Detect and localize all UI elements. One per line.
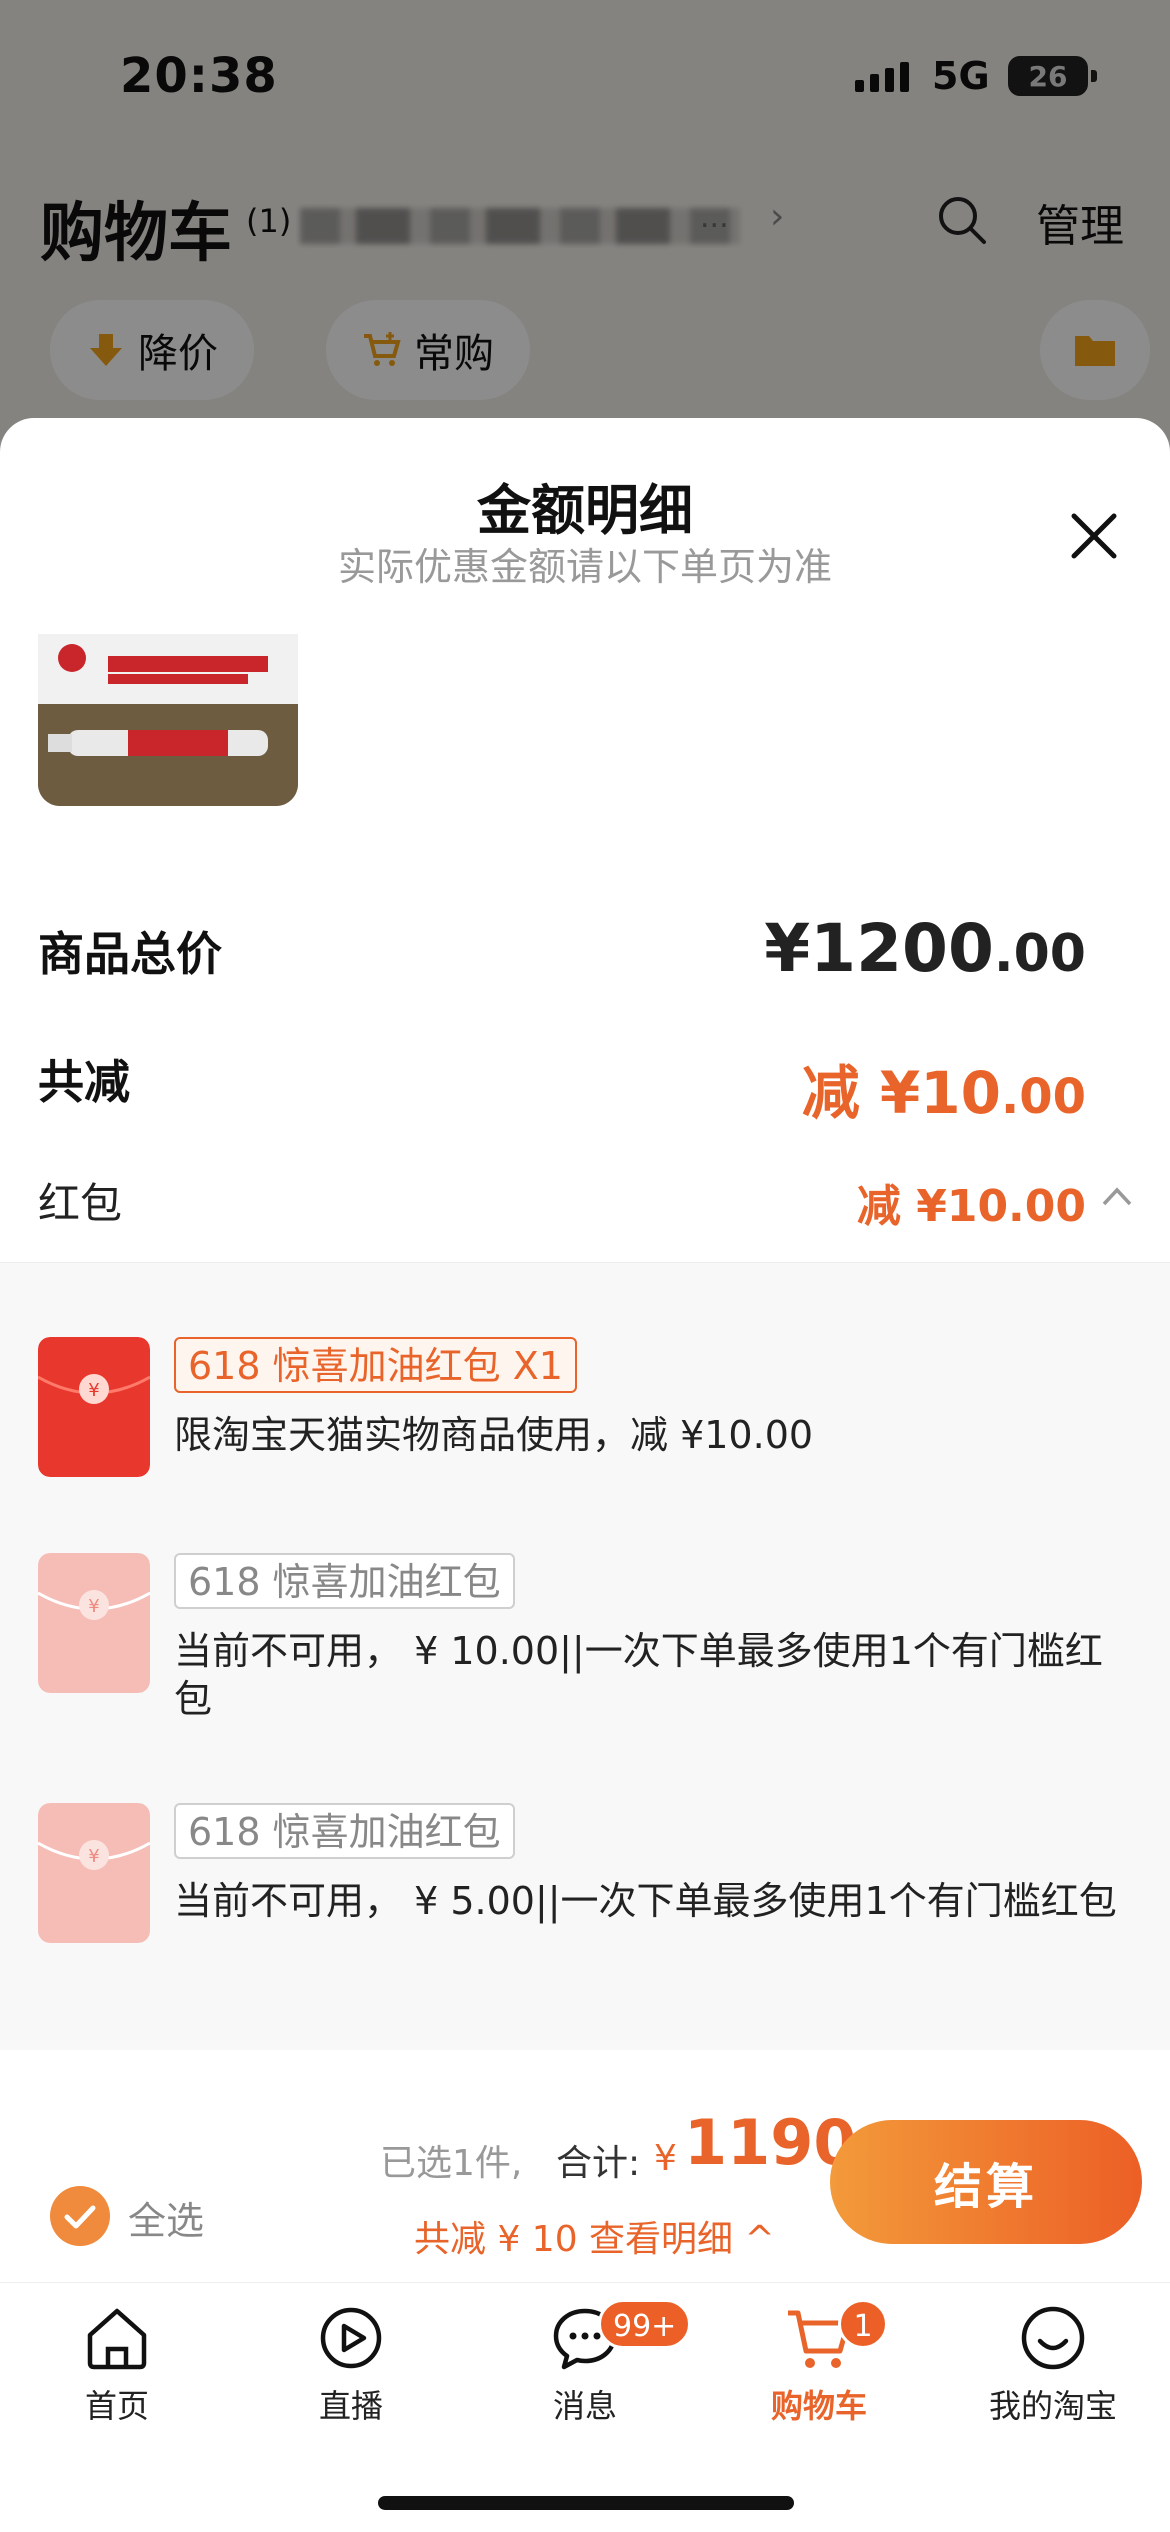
reduction-label: 共减 [38,1055,130,1109]
coupon-list: ¥ 618 惊喜加油红包 X1 限淘宝天猫实物商品使用，减 ¥10.00 ¥ 6… [0,1262,1170,2052]
chevron-up-icon[interactable] [1100,1180,1134,1214]
select-all-label[interactable]: 全选 [128,2190,204,2245]
cart-badge: 1 [838,2299,888,2349]
reduction-int: 10 [920,1059,1001,1127]
tab-label: 我的淘宝 [988,2387,1117,2425]
tab-label: 消息 [552,2387,617,2425]
hongbao-value[interactable]: 减 ¥10.00 [857,1170,1086,1234]
coupon-desc: 当前不可用， ¥ 5.00||一次下单最多使用1个有门槛红包 [174,1879,1117,1923]
view-detail-link[interactable]: 共减 ¥ 10 查看明细 ^ [414,2210,775,2262]
reduction-cents: .00 [1000,1069,1086,1125]
home-icon [87,2308,147,2370]
coupon-item[interactable]: ¥ 618 惊喜加油红包 X1 限淘宝天猫实物商品使用，减 ¥10.00 [38,1337,1138,1487]
sheet-title: 金额明细 [477,479,693,542]
sum-currency: ¥ [654,2138,677,2179]
red-envelope-icon: ¥ [38,1803,150,1943]
red-envelope-icon: ¥ [38,1553,150,1693]
hongbao-label: 红包 [38,1179,123,1228]
tab-label: 首页 [84,2387,149,2425]
tab-profile[interactable]: 我的淘宝 [936,2293,1170,2443]
tab-label: 购物车 [770,2387,867,2425]
coupon-tag: 618 惊喜加油红包 X1 [174,1337,577,1393]
total-int: 1200 [810,910,994,987]
checkmark-icon [64,2205,96,2229]
select-all-checkbox[interactable] [50,2186,110,2246]
home-indicator [378,2496,794,2510]
total-currency: ¥ [764,910,811,987]
coupon-item[interactable]: ¥ 618 惊喜加油红包 当前不可用， ¥ 10.00||一次下单最多使用1个有… [38,1553,1138,1723]
message-badge: 99+ [598,2299,692,2349]
profile-icon [1021,2306,1085,2370]
live-icon [320,2307,382,2369]
reduction-prefix: 减 ¥ [801,1059,921,1127]
coupon-tag: 618 惊喜加油红包 [174,1553,515,1609]
bottom-tab-bar: 首页 直播 消息 99+ 购物车 1 我的淘宝 [0,2282,1170,2532]
tab-home[interactable]: 首页 [0,2293,234,2443]
svg-text:¥: ¥ [88,1846,99,1867]
sum-label: 合计: [556,2143,641,2184]
svg-text:¥: ¥ [88,1596,99,1617]
total-cents: .00 [993,924,1086,984]
red-envelope-icon: ¥ [38,1337,150,1477]
tab-messages[interactable]: 消息 99+ [468,2293,702,2443]
coupon-desc: 当前不可用， ¥ 10.00||一次下单最多使用1个有门槛红包 [174,1629,1103,1721]
sheet-subtitle: 实际优惠金额请以下单页为准 [337,545,832,589]
coupon-tag: 618 惊喜加油红包 [174,1803,515,1859]
coupon-desc: 限淘宝天猫实物商品使用，减 ¥10.00 [174,1413,814,1457]
close-icon[interactable] [1068,510,1120,562]
product-thumbnail [38,634,298,806]
svg-text:¥: ¥ [88,1380,99,1401]
total-label: 商品总价 [38,927,222,981]
tab-live[interactable]: 直播 [234,2293,468,2443]
checkout-bar: 全选 已选1件, 合计: ¥ 1190 共减 ¥ 10 查看明细 ^ 结算 [0,2050,1170,2282]
coupon-item[interactable]: ¥ 618 惊喜加油红包 当前不可用， ¥ 5.00||一次下单最多使用1个有门… [38,1803,1138,1973]
modal-overlay[interactable] [0,0,1170,440]
checkout-button[interactable]: 结算 [830,2120,1142,2244]
selected-count: 已选1件, [380,2143,523,2184]
reduction-price: 减 ¥10.00 [802,1046,1086,1130]
tab-label: 直播 [318,2387,383,2425]
total-price: ¥1200.00 [764,910,1086,987]
tab-cart[interactable]: 购物车 1 [702,2293,936,2443]
